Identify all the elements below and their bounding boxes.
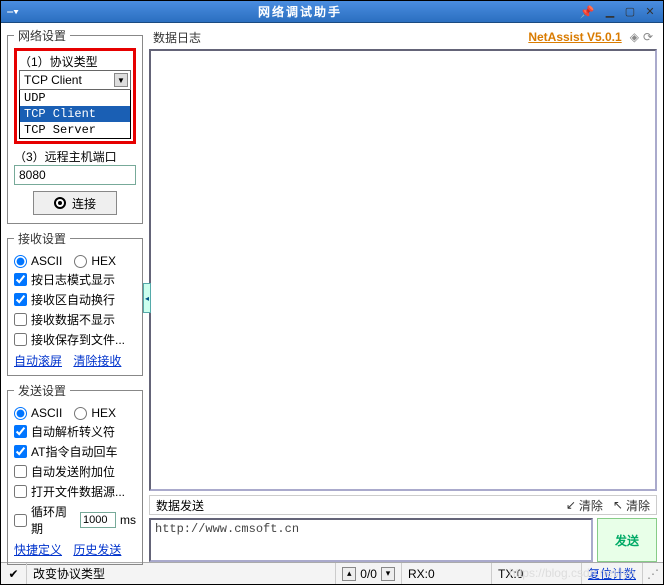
recv-ascii-label[interactable]: ASCII xyxy=(31,254,62,268)
network-legend: 网络设置 xyxy=(14,27,70,44)
receive-settings-group: 接收设置 ASCII HEX 按日志模式显示 接收区自动换行 接收数据不显示 接… xyxy=(7,230,143,376)
send-extra-check[interactable] xyxy=(14,465,27,478)
recv-wrap-label[interactable]: 接收区自动换行 xyxy=(31,291,115,308)
splitter-handle[interactable]: ◂ xyxy=(143,283,151,313)
statusbar: ✔ 改变协议类型 ▴ 0/0 ▾ RX:0 TX:0 复位计数 ⋰ xyxy=(1,562,663,584)
minimize-button[interactable]: ▁ xyxy=(601,4,619,20)
send-button[interactable]: 发送 xyxy=(597,518,657,562)
recv-logmode-label[interactable]: 按日志模式显示 xyxy=(31,271,115,288)
send-atcr-check[interactable] xyxy=(14,445,27,458)
maximize-button[interactable]: ▢ xyxy=(621,4,639,20)
send-legend: 发送设置 xyxy=(14,382,70,399)
send-cycle-unit: ms xyxy=(120,513,136,527)
clear-down-button[interactable]: ↙清除 xyxy=(566,497,603,514)
receive-legend: 接收设置 xyxy=(14,230,70,247)
send-cycle-input[interactable] xyxy=(80,512,116,528)
brand-link[interactable]: NetAssist V5.0.1 xyxy=(528,30,621,44)
window-title: 网络调试助手 xyxy=(25,3,575,20)
send-file-label[interactable]: 打开文件数据源... xyxy=(31,483,125,500)
protocol-label: （1）协议类型 xyxy=(19,53,131,70)
recv-hex-label[interactable]: HEX xyxy=(91,254,116,268)
send-input[interactable]: http://www.cmsoft.cn xyxy=(149,518,593,562)
arrow-down-icon: ↙ xyxy=(566,498,576,512)
send-cycle-check[interactable] xyxy=(14,514,27,527)
status-tx: TX:0 xyxy=(492,563,582,584)
status-reset-cell: 复位计数 xyxy=(582,563,643,584)
status-message: 改变协议类型 xyxy=(27,563,336,584)
send-hex-radio[interactable] xyxy=(74,407,87,420)
protocol-selected-value: TCP Client xyxy=(24,73,82,87)
left-panel: 网络设置 （1）协议类型 TCP Client ▼ UDP TCP Client… xyxy=(1,23,149,562)
send-history-link[interactable]: 历史发送 xyxy=(73,543,121,557)
send-cycle-label[interactable]: 循环周期 xyxy=(31,503,76,537)
port-input[interactable] xyxy=(14,165,136,185)
status-rx: RX:0 xyxy=(402,563,492,584)
send-ascii-label[interactable]: ASCII xyxy=(31,406,62,420)
refresh-icon[interactable]: ⟳ xyxy=(643,30,653,44)
log-textarea[interactable] xyxy=(149,49,657,491)
connect-label: 连接 xyxy=(72,195,96,212)
arrow-up-icon: ↖ xyxy=(613,498,623,512)
send-atcr-label[interactable]: AT指令自动回车 xyxy=(31,443,117,460)
send-ascii-radio[interactable] xyxy=(14,407,27,420)
send-file-check[interactable] xyxy=(14,485,27,498)
counter-next-button[interactable]: ▾ xyxy=(381,567,395,581)
protocol-highlight-box: （1）协议类型 TCP Client ▼ UDP TCP Client TCP … xyxy=(14,48,136,144)
recv-hide-label[interactable]: 接收数据不显示 xyxy=(31,311,115,328)
send-extra-label[interactable]: 自动发送附加位 xyxy=(31,463,115,480)
gem-icon[interactable]: ◈ xyxy=(630,30,639,44)
recv-ascii-radio[interactable] xyxy=(14,255,27,268)
recv-wrap-check[interactable] xyxy=(14,293,27,306)
log-title: 数据日志 xyxy=(153,29,201,46)
send-header: 数据发送 ↙清除 ↖清除 xyxy=(149,495,657,515)
dropdown-arrow-icon[interactable]: ▼ xyxy=(114,73,128,87)
pin-icon[interactable]: 📌 xyxy=(579,4,595,20)
port-label: （3）远程主机端口 xyxy=(14,148,136,165)
recv-logmode-check[interactable] xyxy=(14,273,27,286)
status-ready-icon[interactable]: ✔ xyxy=(1,563,27,584)
resize-grip-icon[interactable]: ⋰ xyxy=(643,567,663,581)
protocol-dropdown[interactable]: TCP Client ▼ xyxy=(19,70,131,90)
send-shortcut-link[interactable]: 快捷定义 xyxy=(14,543,62,557)
send-hex-label[interactable]: HEX xyxy=(91,406,116,420)
recv-save-check[interactable] xyxy=(14,333,27,346)
protocol-option-tcp-client[interactable]: TCP Client xyxy=(20,106,130,122)
status-counter: 0/0 xyxy=(360,567,377,581)
recv-clear-link[interactable]: 清除接收 xyxy=(73,354,121,368)
close-button[interactable]: ✕ xyxy=(641,4,659,20)
connect-indicator-icon xyxy=(54,197,66,209)
recv-autoscroll-link[interactable]: 自动滚屏 xyxy=(14,354,62,368)
titlebar: ⎯▾ 网络调试助手 📌 ▁ ▢ ✕ xyxy=(1,1,663,23)
right-panel: ◂ 数据日志 NetAssist V5.0.1 ◈ ⟳ 数据发送 ↙清除 ↖清除… xyxy=(149,23,663,562)
protocol-option-tcp-server[interactable]: TCP Server xyxy=(20,122,130,138)
protocol-dropdown-list: UDP TCP Client TCP Server xyxy=(19,89,131,139)
protocol-option-udp[interactable]: UDP xyxy=(20,90,130,106)
clear-up-button[interactable]: ↖清除 xyxy=(613,497,650,514)
network-settings-group: 网络设置 （1）协议类型 TCP Client ▼ UDP TCP Client… xyxy=(7,27,143,224)
recv-hex-radio[interactable] xyxy=(74,255,87,268)
send-escape-label[interactable]: 自动解析转义符 xyxy=(31,423,115,440)
status-counter-cell: ▴ 0/0 ▾ xyxy=(336,563,402,584)
system-menu-icon[interactable]: ⎯▾ xyxy=(5,4,21,20)
send-settings-group: 发送设置 ASCII HEX 自动解析转义符 AT指令自动回车 自动发送附加位 … xyxy=(7,382,143,565)
recv-hide-check[interactable] xyxy=(14,313,27,326)
recv-save-label[interactable]: 接收保存到文件... xyxy=(31,331,125,348)
reset-counter-link[interactable]: 复位计数 xyxy=(588,565,636,582)
send-escape-check[interactable] xyxy=(14,425,27,438)
counter-prev-button[interactable]: ▴ xyxy=(342,567,356,581)
send-title: 数据发送 xyxy=(156,497,204,514)
connect-button[interactable]: 连接 xyxy=(33,191,117,215)
